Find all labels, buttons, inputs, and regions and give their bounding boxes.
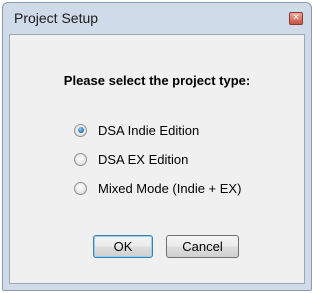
project-setup-window: Project Setup ✕ Please select the projec…	[2, 2, 312, 291]
radio-option-label: Mixed Mode (Indie + EX)	[98, 180, 242, 196]
radio-option-label: DSA Indie Edition	[98, 122, 200, 138]
radio-option-indie[interactable]: DSA Indie Edition	[74, 121, 199, 139]
close-icon: ✕	[292, 13, 300, 23]
title-bar[interactable]: Project Setup ✕	[3, 3, 311, 33]
radio-unchecked-icon[interactable]	[74, 152, 87, 166]
ok-button[interactable]: OK	[93, 235, 153, 258]
cancel-button[interactable]: Cancel	[166, 235, 239, 258]
radio-option-label: DSA EX Edition	[98, 151, 189, 167]
radio-unchecked-icon[interactable]	[74, 181, 87, 195]
radio-option-ex[interactable]: DSA EX Edition	[74, 150, 188, 168]
radio-option-mixed[interactable]: Mixed Mode (Indie + EX)	[74, 179, 241, 197]
radio-checked-icon[interactable]	[74, 123, 87, 137]
dialog-body: Please select the project type: DSA Indi…	[9, 34, 305, 284]
dialog-heading: Please select the project type:	[63, 73, 251, 88]
window-title: Project Setup	[14, 10, 99, 26]
close-button[interactable]: ✕	[289, 12, 303, 25]
